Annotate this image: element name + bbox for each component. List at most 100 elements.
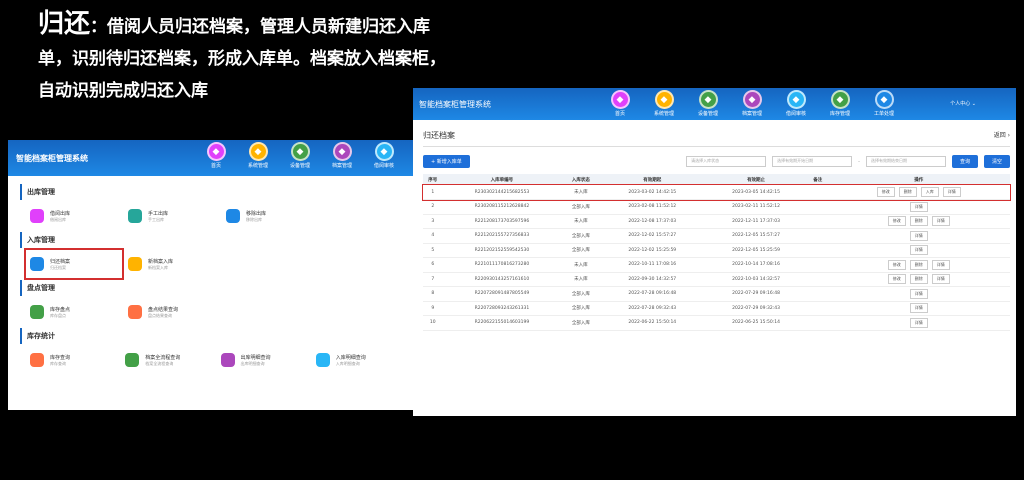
tile-icon bbox=[125, 353, 140, 367]
menu-tile[interactable]: 库存查询 库存查询 bbox=[30, 350, 115, 370]
back-link[interactable]: 返回 › bbox=[994, 130, 1010, 141]
menu-tile[interactable]: 出库明细查询 出库明细查询 bbox=[220, 350, 306, 370]
nav-item-6[interactable]: ◆ 工单处理 bbox=[864, 90, 904, 117]
nav-item-3[interactable]: ◆ 档案管理 bbox=[732, 90, 772, 117]
nav-item-5[interactable]: ◆ 库存管理 bbox=[820, 90, 860, 117]
user-menu[interactable]: 个人中心 ⌄ bbox=[950, 100, 976, 107]
section-title: 入库管理 bbox=[20, 232, 401, 248]
table-row: 8 R220728091487805549 全部入库 2022-07-28 09:16… bbox=[423, 286, 1010, 302]
cell-ops: 详情 bbox=[827, 228, 1010, 244]
status-select[interactable]: 请选择入库状态 bbox=[686, 156, 767, 167]
tile-icon bbox=[30, 257, 44, 271]
cell-start: 2022-12-02 15:57:27 bbox=[600, 228, 705, 244]
menu-tile[interactable]: 档案全流程查询 档案全流程查询 bbox=[125, 350, 210, 370]
op-button[interactable]: 详情 bbox=[909, 230, 928, 241]
op-button[interactable]: 详情 bbox=[931, 274, 950, 285]
nav-item-1[interactable]: ◆ 系统管理 bbox=[240, 142, 276, 169]
cell-end: 2022-10-03 14:32:57 bbox=[704, 272, 808, 287]
tile-text: 库存查询 库存查询 bbox=[50, 354, 70, 367]
op-button[interactable]: 修改 bbox=[887, 274, 906, 285]
cell-note bbox=[807, 243, 828, 258]
op-button[interactable]: 详情 bbox=[909, 288, 928, 299]
nav-icon: ◆ bbox=[206, 142, 226, 161]
menu-tile[interactable]: 盘点结果查询 盘点结果查询 bbox=[128, 302, 216, 322]
cell-ops: 详情 bbox=[827, 243, 1010, 258]
menu-tile[interactable]: 新档案入库 新档案入库 bbox=[128, 254, 216, 274]
section-row: 归还档案 归还档案 新档案入库 新档案入库 bbox=[24, 248, 401, 280]
headline-text: ：借阅人员归还档案，管理人员新建归还入库单，识别待归还档案，形成入库单。档案放入… bbox=[38, 17, 446, 101]
op-button[interactable]: 修改 bbox=[887, 259, 906, 270]
cell-start: 2022-12-08 17:37:03 bbox=[600, 214, 705, 229]
ops-group: 详情 bbox=[828, 303, 1010, 314]
nav-item-2[interactable]: ◆ 设备管理 bbox=[688, 90, 728, 117]
nav-label: 档案管理 bbox=[741, 111, 762, 117]
nav-icon: ◆ bbox=[332, 142, 352, 161]
left-body: 出库管理 借阅出库 借阅出库 手工出库 手工出库 移除出库 移除出库 入库管理 归还档案 归还档案… bbox=[8, 176, 413, 382]
op-button[interactable]: 详情 bbox=[909, 303, 928, 314]
op-button[interactable]: 删除 bbox=[909, 216, 928, 227]
tile-sub: 归还档案 bbox=[50, 264, 66, 270]
op-button[interactable]: 详情 bbox=[909, 201, 928, 212]
cell-code: R221011170816273280 bbox=[442, 257, 562, 273]
cell-note bbox=[807, 301, 828, 316]
toolbar: + 新增入库单 请选择入库状态 选择有效期开始日期 - 选择有效期结束日期 查询… bbox=[423, 155, 1010, 168]
cell-no: 9 bbox=[423, 301, 443, 316]
menu-tile[interactable]: 手工出库 手工出库 bbox=[128, 206, 216, 226]
reset-button[interactable]: 清空 bbox=[983, 155, 1010, 168]
nav-icon: ◆ bbox=[874, 90, 894, 109]
cell-ops: 详情 bbox=[827, 286, 1010, 302]
menu-tile[interactable]: 归还档案 归还档案 bbox=[24, 248, 124, 280]
tile-title: 入库明细查询 bbox=[335, 354, 366, 361]
panel-header: 归还档案 返回 › bbox=[423, 130, 1010, 147]
tile-icon bbox=[30, 353, 44, 367]
ops-group: 修改 删除 详情 bbox=[828, 216, 1010, 227]
op-button[interactable]: 删除 bbox=[909, 259, 928, 270]
cell-start: 2022-12-02 15:25:59 bbox=[600, 243, 705, 258]
cell-code: R221202155727356833 bbox=[442, 228, 562, 244]
tile-text: 归还档案 归还档案 bbox=[50, 258, 70, 271]
nav-icon: ◆ bbox=[374, 142, 394, 161]
menu-tile[interactable]: 入库明细查询 入库明细查询 bbox=[315, 350, 401, 370]
cell-no: 6 bbox=[423, 257, 443, 273]
nav-item-1[interactable]: ◆ 系统管理 bbox=[644, 90, 684, 117]
cell-code: R230208115212628842 bbox=[442, 199, 562, 215]
cell-end: 2022-07-29 09:32:43 bbox=[704, 301, 808, 316]
op-button[interactable]: 删除 bbox=[909, 274, 928, 285]
op-button[interactable]: 入库 bbox=[920, 187, 939, 197]
nav-item-4[interactable]: ◆ 借阅审核 bbox=[776, 90, 816, 117]
menu-tile[interactable]: 借阅出库 借阅出库 bbox=[30, 206, 118, 226]
nav-label: 库存管理 bbox=[829, 111, 850, 117]
ops-group: 详情 bbox=[828, 288, 1010, 299]
cell-code: R230302144215682553 bbox=[442, 185, 562, 200]
new-inbound-button[interactable]: + 新增入库单 bbox=[423, 155, 470, 168]
op-button[interactable]: 修改 bbox=[887, 216, 906, 227]
nav-label: 系统管理 bbox=[653, 111, 674, 117]
menu-tile[interactable]: 库存盘点 库存盘点 bbox=[30, 302, 118, 322]
op-button[interactable]: 详情 bbox=[931, 259, 950, 270]
cell-no: 2 bbox=[423, 199, 443, 215]
nav-item-4[interactable]: ◆ 借阅审核 bbox=[366, 142, 402, 169]
op-button[interactable]: 修改 bbox=[876, 187, 895, 197]
menu-tile[interactable]: 移除出库 移除出库 bbox=[226, 206, 314, 226]
cell-end: 2022-10-14 17:08:16 bbox=[704, 257, 808, 273]
start-date-input[interactable]: 选择有效期开始日期 bbox=[772, 156, 853, 167]
nav-label: 档案管理 bbox=[331, 163, 352, 169]
end-date-input[interactable]: 选择有效期结束日期 bbox=[865, 156, 946, 167]
table-row: 4 R221202155727356833 全部入库 2022-12-02 15:57… bbox=[423, 228, 1010, 244]
cell-ops: 修改 删除 详情 bbox=[827, 214, 1010, 229]
op-button[interactable]: 详情 bbox=[909, 317, 928, 328]
tile-icon bbox=[30, 209, 44, 223]
table-row: 6 R221011170816273280 未入库 2022-10-11 17:08:… bbox=[423, 257, 1010, 273]
op-button[interactable]: 详情 bbox=[942, 187, 961, 197]
op-button[interactable]: 详情 bbox=[931, 216, 950, 227]
search-button[interactable]: 查询 bbox=[951, 155, 978, 168]
op-button[interactable]: 详情 bbox=[909, 245, 928, 256]
right-window: 智能档案柜管理系统 ◆ 首页 ◆ 系统管理 ◆ 设备管理 ◆ 档案管理 ◆ 借阅审核 ◆ 库存管理 ◆ 工… bbox=[413, 88, 1016, 416]
nav-item-2[interactable]: ◆ 设备管理 bbox=[282, 142, 318, 169]
nav-item-0[interactable]: ◆ 首页 bbox=[198, 142, 234, 169]
nav-item-3[interactable]: ◆ 档案管理 bbox=[324, 142, 360, 169]
nav-icon: ◆ bbox=[698, 90, 718, 109]
ops-group: 修改 删除 入库 详情 bbox=[828, 187, 1010, 197]
op-button[interactable]: 删除 bbox=[898, 187, 917, 197]
nav-item-0[interactable]: ◆ 首页 bbox=[600, 90, 640, 117]
